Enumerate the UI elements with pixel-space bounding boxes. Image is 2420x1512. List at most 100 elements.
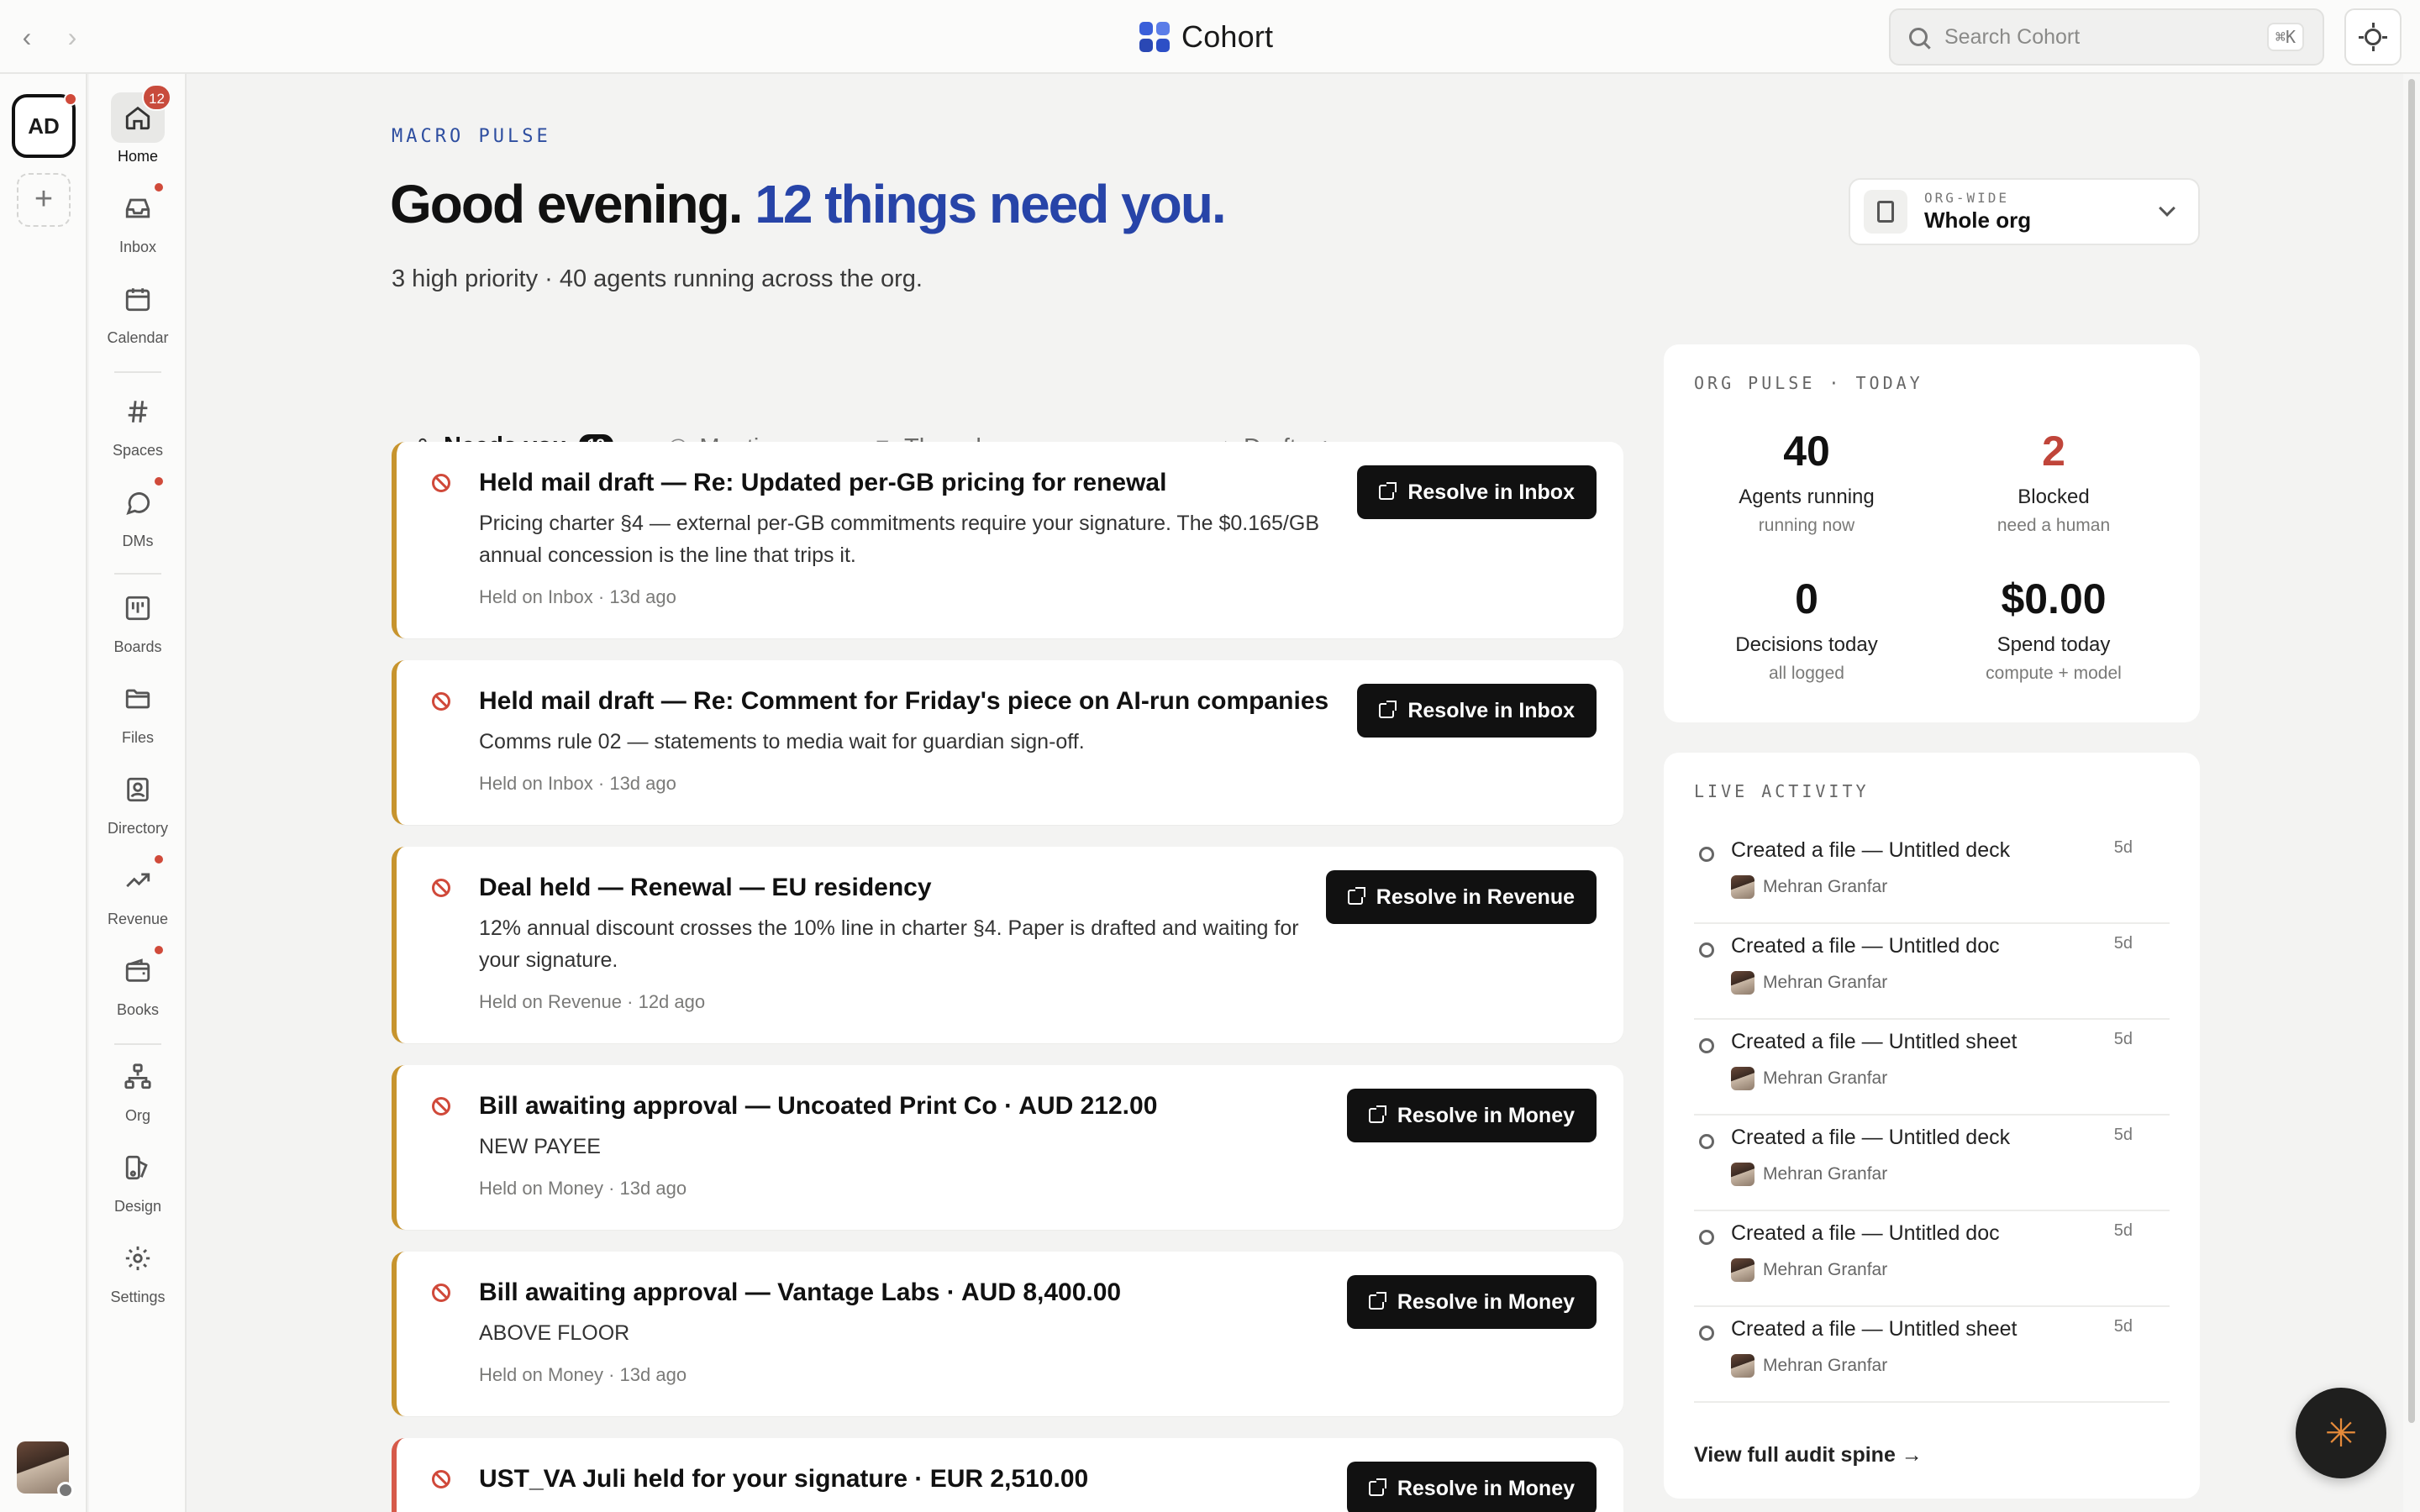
nav-item-inbox[interactable]: Inbox [89,181,187,267]
activity-item[interactable]: Created a file — Untitled sheet 5d Mehra… [1694,1307,2170,1403]
theme-toggle-button[interactable] [2344,8,2402,66]
top-bar: ‹ › Cohort Search Cohort ⌘K [0,0,2420,74]
blocked-icon [432,1097,450,1116]
external-link-icon [1368,1105,1386,1123]
user-avatar[interactable] [17,1441,74,1499]
stat-label: Decisions today [1735,633,1878,656]
stat-label: Blocked [2018,486,2090,508]
resolve-button-label: Resolve in Money [1397,1103,1575,1127]
nav-item-org[interactable]: Org [89,1052,187,1136]
activity-time: 5d [2113,838,2133,857]
activity-item[interactable]: Created a file — Untitled sheet 5d Mehra… [1694,1020,2170,1116]
nav-label: DMs [122,533,154,549]
search-input[interactable]: Search Cohort ⌘K [1889,8,2324,66]
nav-divider [114,371,161,373]
workspace-switcher[interactable]: AD [12,92,77,158]
view-audit-spine-link[interactable]: View full audit spine → [1694,1443,1923,1467]
org-pulse-panel: ORG PULSE · TODAY 40 Agents running runn… [1664,344,2200,722]
forward-arrow-icon[interactable]: › [55,18,89,55]
stat-blocked[interactable]: 2 Blocked need a human [1928,427,2180,536]
resolve-button[interactable]: Resolve in Revenue [1325,870,1597,924]
resolve-button-label: Resolve in Money [1397,1289,1575,1314]
nav-label: Files [121,729,154,746]
card-source: Held on Money [479,1178,603,1199]
primary-nav: 12 Home Inbox Calendar Spaces DMs Boards… [89,74,187,1512]
activity-item[interactable]: Created a file — Untitled deck 5d Mehran… [1694,1116,2170,1211]
stat-label: Agents running [1739,486,1875,508]
attention-card[interactable]: UST_VA Juli held for your signature · EU… [392,1438,1623,1512]
books-dot [153,944,165,956]
nav-item-directory[interactable]: Directory [89,764,187,848]
inbox-icon [125,198,150,218]
nav-item-revenue[interactable]: Revenue [89,853,187,939]
avatar [1731,1067,1754,1090]
nav-item-calendar[interactable]: Calendar [89,274,187,358]
search-icon [1909,28,1928,46]
resolve-button[interactable]: Resolve in Money [1346,1089,1597,1142]
back-arrow-icon[interactable]: ‹ [10,18,44,55]
nav-divider [114,573,161,575]
card-meta: Held on Inbox · 13d ago [479,773,676,795]
attention-card[interactable]: Bill awaiting approval — Uncoated Print … [392,1065,1623,1230]
live-activity-eyebrow: LIVE ACTIVITY [1694,781,1870,801]
activity-user: Mehran Granfar [1731,1258,1887,1282]
stat-sub: compute + model [1986,664,2122,683]
activity-item[interactable]: Created a file — Untitled doc 5d Mehran … [1694,1211,2170,1307]
avatar [1731,971,1754,995]
needs-count-highlight: 12 things need you. [755,174,1226,234]
nav-item-spaces[interactable]: Spaces [89,386,187,470]
nav-label: Calendar [107,329,169,346]
nav-item-books[interactable]: Books [89,944,187,1030]
stat-sub: running now [1758,516,1855,535]
nav-item-design[interactable]: Design [89,1142,187,1226]
add-workspace-button[interactable]: + [17,173,71,227]
avatar [1731,1258,1754,1282]
card-title: Bill awaiting approval — Vantage Labs · … [479,1278,1122,1306]
resolve-button[interactable]: Resolve in Inbox [1357,684,1597,738]
stat-value: 2 [2042,428,2065,475]
external-link-icon [1368,1292,1386,1310]
attention-card[interactable]: Deal held — Renewal — EU residency 12% a… [392,847,1623,1043]
board-icon [125,596,150,621]
activity-title: Created a file — Untitled sheet [1731,1317,2018,1341]
trending-up-icon [126,873,150,888]
activity-title: Created a file — Untitled doc [1731,934,2000,958]
stat-spend-today: $0.00 Spend today compute + model [1928,575,2180,684]
resolve-button-label: Resolve in Inbox [1407,480,1575,504]
inbox-dot [153,181,165,193]
activity-title: Created a file — Untitled sheet [1731,1030,2018,1053]
attention-card[interactable]: Held mail draft — Re: Comment for Friday… [392,660,1623,825]
resolve-button[interactable]: Resolve in Money [1346,1462,1597,1512]
nav-label: Spaces [112,442,164,459]
nav-label: Books [116,1001,160,1018]
activity-user: Mehran Granfar [1731,971,1887,995]
card-age: · 13d ago [597,586,676,607]
nav-item-home[interactable]: 12 Home [89,84,187,176]
page-title: Good evening. 12 things need you. [390,173,1227,235]
stat-value: $0.00 [2001,575,2107,622]
activity-item[interactable]: Created a file — Untitled doc 5d Mehran … [1694,924,2170,1020]
chat-bubble-icon [126,492,150,515]
dms-dot [153,475,165,487]
org-scope-dropdown[interactable]: ORG-WIDE Whole org [1849,178,2200,245]
org-scope-value: Whole org [1924,207,2032,233]
page-scrollbar[interactable] [2403,74,2420,1512]
org-chart-icon [124,1063,151,1089]
nav-item-dms[interactable]: DMs [89,475,187,561]
activity-item[interactable]: Created a file — Untitled deck 5d Mehran… [1694,828,2170,924]
nav-item-files[interactable]: Files [89,674,187,758]
assistant-fab-button[interactable]: ✳ [2296,1388,2386,1478]
blocked-icon [432,1470,450,1488]
attention-card[interactable]: Bill awaiting approval — Vantage Labs · … [392,1252,1623,1416]
nav-item-settings[interactable]: Settings [89,1233,187,1317]
resolve-button[interactable]: Resolve in Money [1346,1275,1597,1329]
presence-status [57,1482,74,1499]
card-body: Pricing charter §4 — external per-GB com… [479,512,1319,567]
attention-card[interactable]: Held mail draft — Re: Updated per-GB pri… [392,442,1623,638]
resolve-button[interactable]: Resolve in Inbox [1357,465,1597,519]
card-age: · 13d ago [608,1364,687,1385]
activity-time: 5d [2113,1317,2133,1336]
activity-user: Mehran Granfar [1731,1354,1887,1378]
timeline-dot-icon [1699,847,1714,862]
nav-item-boards[interactable]: Boards [89,583,187,667]
